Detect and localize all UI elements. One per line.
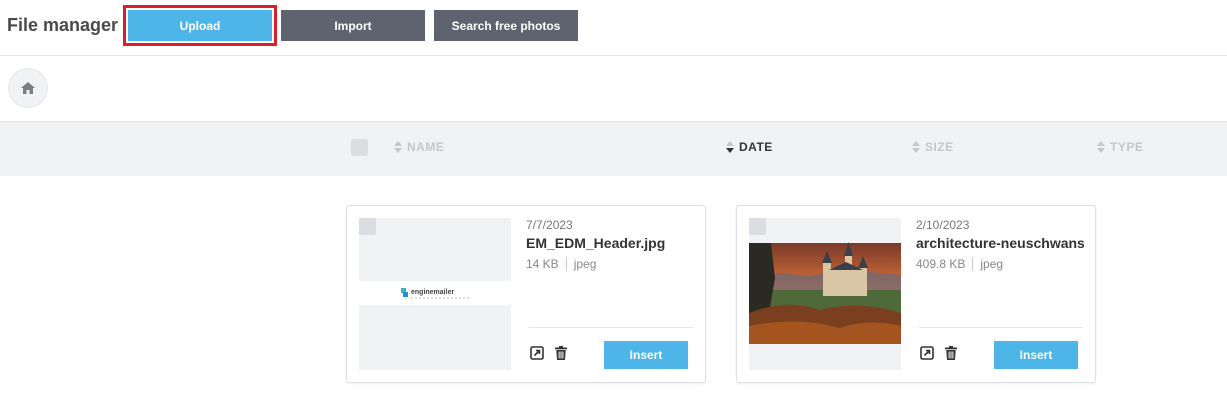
card-divider xyxy=(529,327,693,328)
file-name: architecture-neuschwanstein xyxy=(916,235,1084,251)
sort-icon xyxy=(912,141,920,153)
home-icon xyxy=(21,82,35,94)
search-free-photos-button[interactable]: Search free photos xyxy=(434,10,578,41)
sort-size-label: SIZE xyxy=(925,140,954,154)
open-external-icon[interactable] xyxy=(919,345,935,361)
select-all-checkbox[interactable] xyxy=(351,139,368,156)
upload-highlight xyxy=(123,5,277,46)
column-header: NAME DATE SIZE TYPE xyxy=(0,121,1227,176)
file-type: jpeg xyxy=(980,257,1004,271)
sort-type-label: TYPE xyxy=(1110,140,1144,154)
castle-photo xyxy=(749,218,901,370)
file-size: 409.8 KB xyxy=(916,257,966,271)
email-header-image: enginemailer xyxy=(359,218,511,370)
logo-text: enginemailer xyxy=(411,289,454,296)
sort-date[interactable]: DATE xyxy=(726,140,773,154)
separator xyxy=(565,257,567,271)
card-divider xyxy=(919,327,1083,328)
file-thumbnail[interactable] xyxy=(749,218,901,370)
trash-icon[interactable] xyxy=(553,345,569,361)
separator xyxy=(972,257,974,271)
file-info: 409.8 KB jpeg xyxy=(916,257,1003,271)
sort-date-label: DATE xyxy=(739,140,773,154)
home-button[interactable] xyxy=(8,68,48,108)
file-checkbox[interactable] xyxy=(749,218,766,235)
sort-icon xyxy=(1097,141,1105,153)
import-button[interactable]: Import xyxy=(281,10,425,41)
sort-name[interactable]: NAME xyxy=(394,140,444,154)
file-size: 14 KB xyxy=(526,257,559,271)
file-info: 14 KB jpeg xyxy=(526,257,596,271)
file-date: 7/7/2023 xyxy=(526,218,573,232)
file-checkbox[interactable] xyxy=(359,218,376,235)
file-card[interactable]: enginemailer 7/7/2023 EM_EDM_Header.jpg … xyxy=(346,205,706,383)
sort-size[interactable]: SIZE xyxy=(912,140,954,154)
sort-desc-icon xyxy=(726,141,734,153)
file-type: jpeg xyxy=(573,257,597,271)
open-external-icon[interactable] xyxy=(529,345,545,361)
trash-icon[interactable] xyxy=(943,345,959,361)
file-name: EM_EDM_Header.jpg xyxy=(526,235,666,251)
sort-name-label: NAME xyxy=(407,140,445,154)
page-title: File manager xyxy=(7,15,119,35)
file-card[interactable]: 2/10/2023 architecture-neuschwanstein 40… xyxy=(736,205,1096,383)
insert-button[interactable]: Insert xyxy=(604,341,688,369)
file-date: 2/10/2023 xyxy=(916,218,970,232)
sort-type[interactable]: TYPE xyxy=(1097,140,1143,154)
sort-icon xyxy=(394,141,402,153)
toolbar: File manager Upload Import Search free p… xyxy=(0,0,1227,56)
insert-button[interactable]: Insert xyxy=(994,341,1078,369)
file-thumbnail[interactable]: enginemailer xyxy=(359,218,511,370)
